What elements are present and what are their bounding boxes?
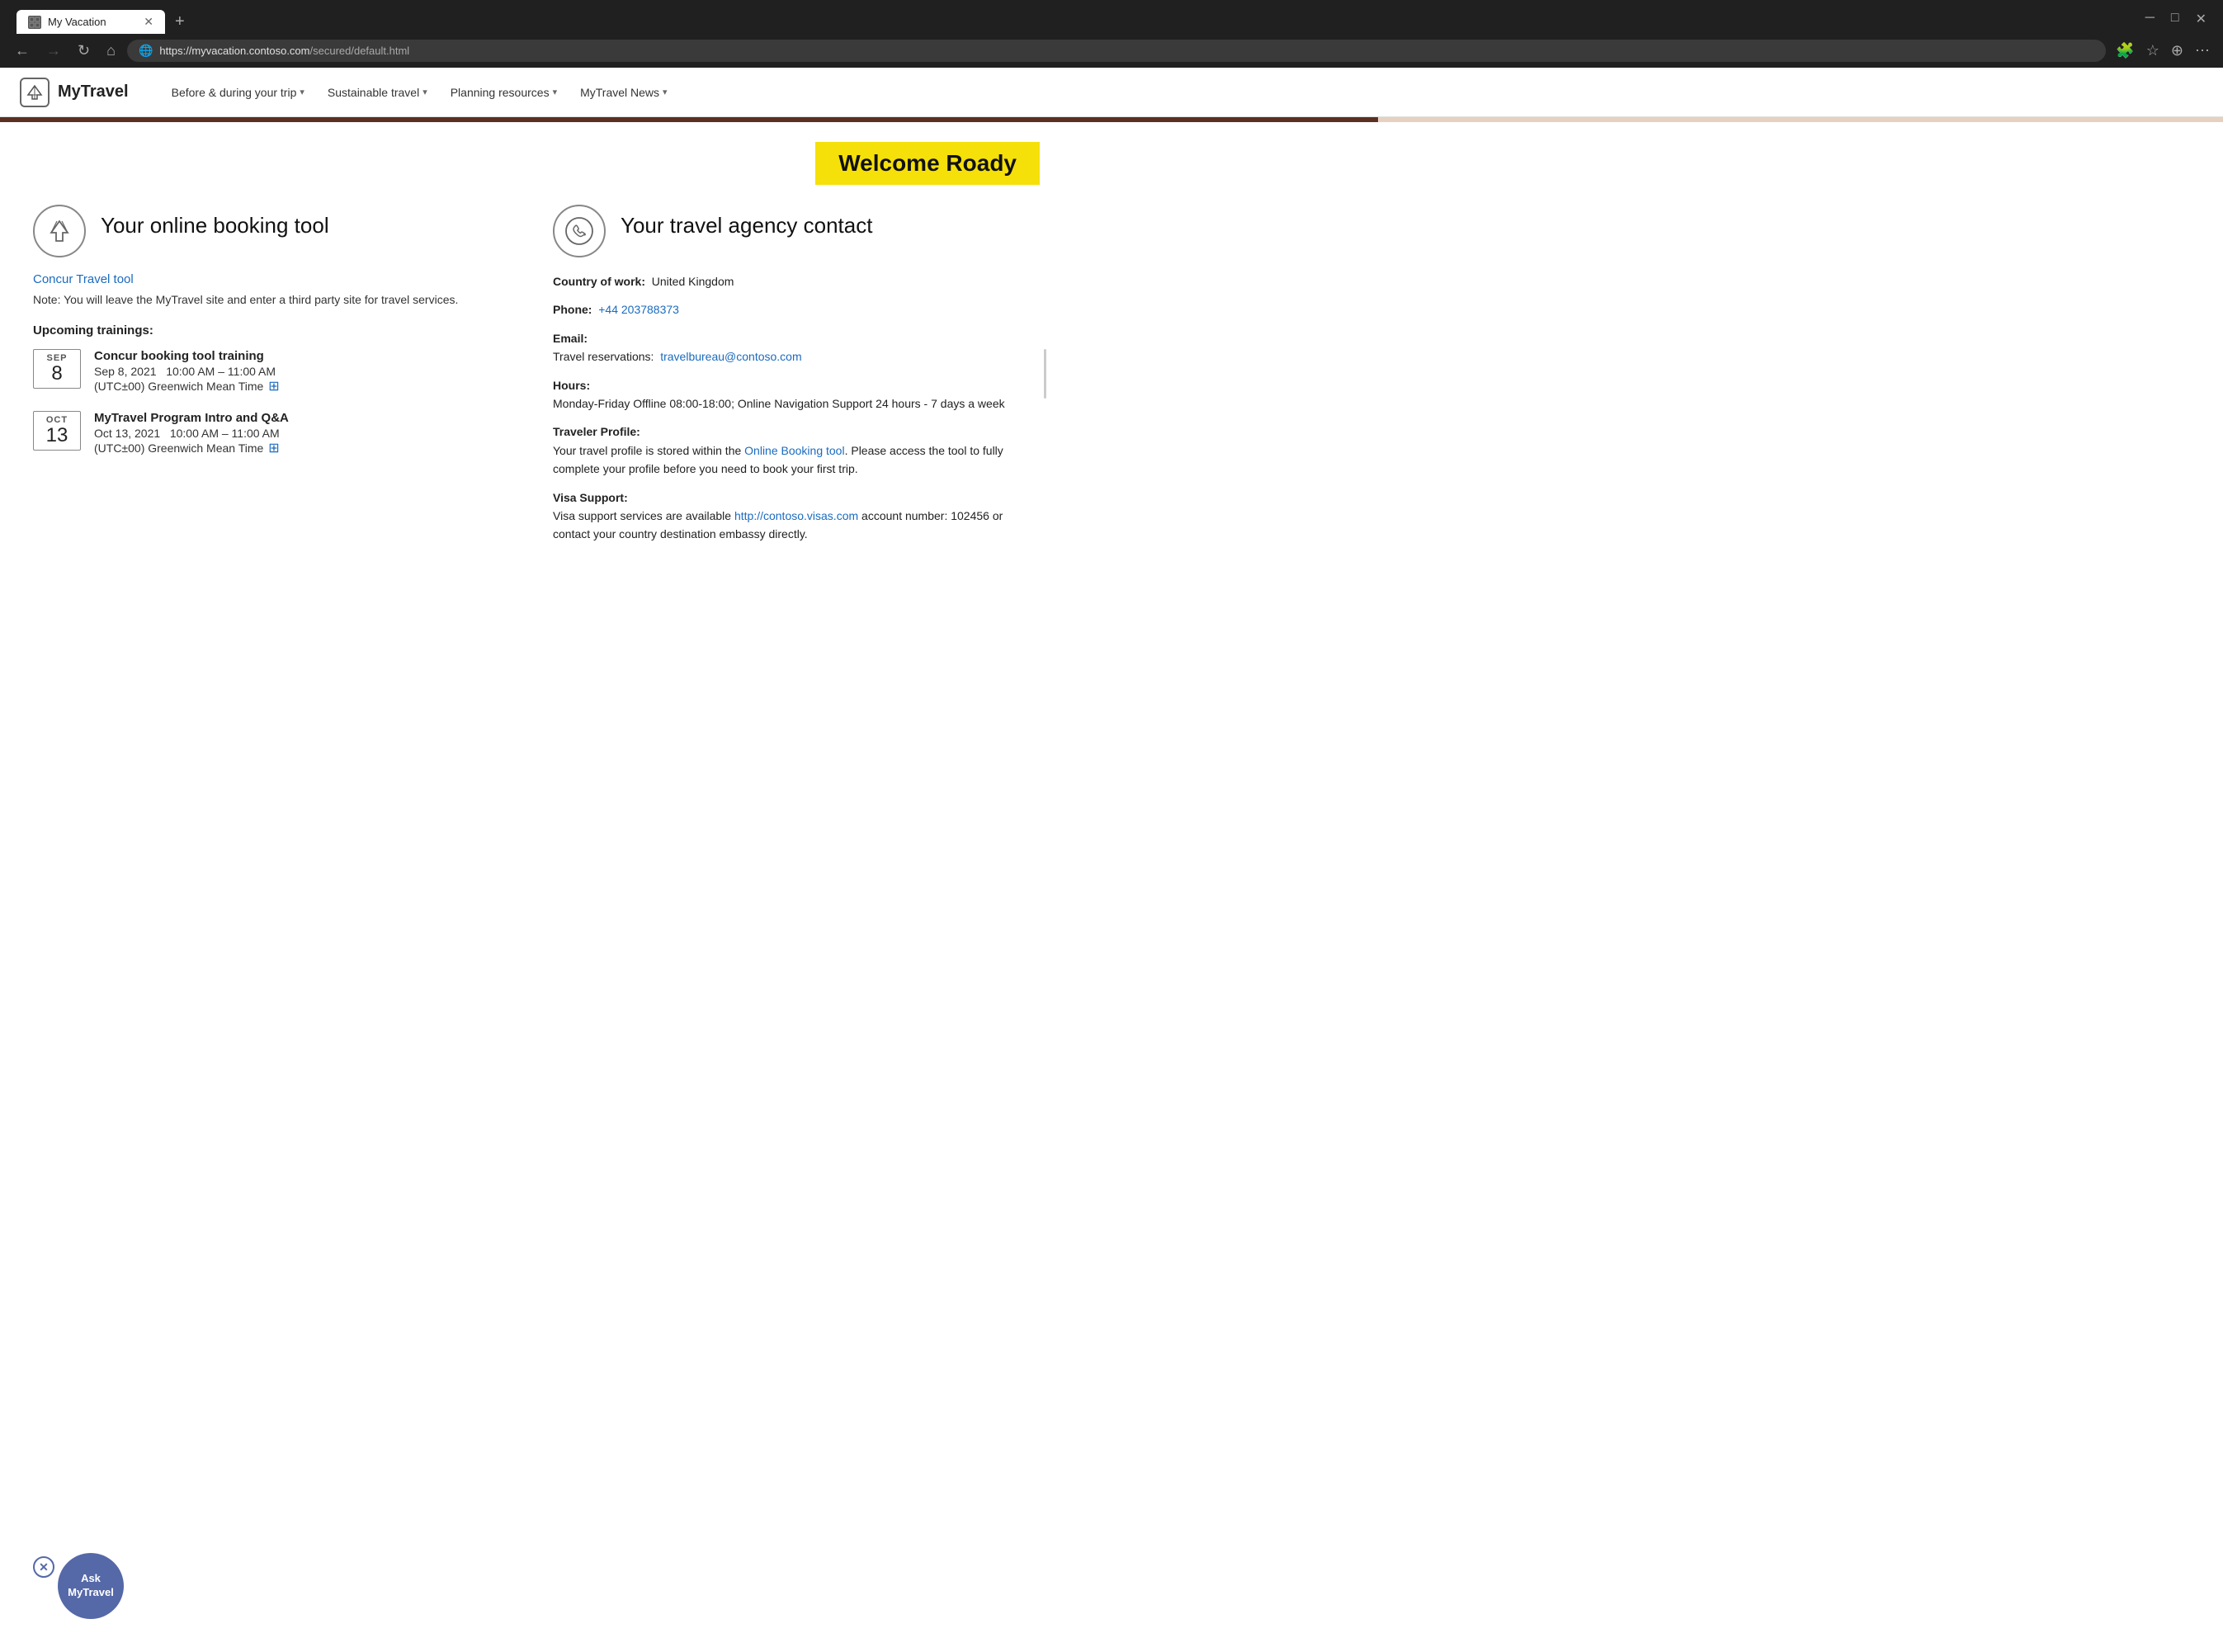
traveler-profile-text-before: Your travel profile is stored within the xyxy=(553,444,744,457)
favorites-button[interactable]: ☆ xyxy=(2143,39,2163,63)
chevron-down-icon: ▾ xyxy=(422,87,427,97)
agency-profile-row: Traveler Profile: Your travel profile is… xyxy=(553,422,1040,478)
site-header: MyTravel Before & during your trip ▾ Sus… xyxy=(0,68,2223,117)
training-2-name: MyTravel Program Intro and Q&A xyxy=(94,411,289,425)
chat-container: ✕ Ask MyTravel xyxy=(33,1553,124,1619)
tab-title: My Vacation xyxy=(48,16,106,28)
training-2-details: MyTravel Program Intro and Q&A Oct 13, 2… xyxy=(94,411,289,456)
back-button[interactable]: ← xyxy=(10,39,35,63)
nav-item-before-during[interactable]: Before & during your trip ▾ xyxy=(162,81,314,104)
email-link[interactable]: travelbureau@contoso.com xyxy=(660,350,801,363)
nav-label-news: MyTravel News xyxy=(580,86,659,99)
concur-travel-link[interactable]: Concur Travel tool xyxy=(33,272,134,286)
phone-label: Phone: xyxy=(553,303,592,316)
nav-label-sustainable: Sustainable travel xyxy=(328,86,419,99)
maximize-button[interactable]: □ xyxy=(2163,7,2188,31)
url-display: https://myvacation.contoso.com/secured/d… xyxy=(159,45,409,57)
tab-favicon xyxy=(28,16,41,29)
add-to-calendar-icon-2[interactable]: ⊞ xyxy=(268,440,279,456)
home-button[interactable]: ⌂ xyxy=(101,39,120,63)
nav-label-planning: Planning resources xyxy=(451,86,550,99)
booking-tool-icon xyxy=(33,205,86,257)
hours-value: Monday-Friday Offline 08:00-18:00; Onlin… xyxy=(553,397,1005,410)
ask-mytravel-button[interactable]: Ask MyTravel xyxy=(58,1553,124,1619)
email-desc: Travel reservations: xyxy=(553,350,654,363)
nav-menu: Before & during your trip ▾ Sustainable … xyxy=(162,81,677,104)
booking-tool-note: Note: You will leave the MyTravel site a… xyxy=(33,291,520,309)
site-logo: MyTravel xyxy=(20,78,129,107)
booking-tool-title: Your online booking tool xyxy=(101,205,329,238)
traveler-profile-label: Traveler Profile: xyxy=(553,425,640,438)
chevron-down-icon: ▾ xyxy=(300,87,304,97)
chevron-down-icon: ▾ xyxy=(553,87,558,97)
browser-tab[interactable]: My Vacation ✕ xyxy=(17,10,165,34)
scroll-indicator xyxy=(1044,349,1046,399)
nav-item-sustainable[interactable]: Sustainable travel ▾ xyxy=(318,81,437,104)
training-1-date-box: SEP 8 xyxy=(33,349,81,389)
logo-text: MyTravel xyxy=(58,83,129,101)
extensions-button[interactable]: 🧩 xyxy=(2112,39,2137,63)
address-bar[interactable]: 🌐 https://myvacation.contoso.com/secured… xyxy=(127,40,2106,62)
agency-email-row: Email: Travel reservations: travelbureau… xyxy=(553,329,1040,366)
email-label: Email: xyxy=(553,332,588,345)
agency-phone-row: Phone: +44 203788373 xyxy=(553,300,1040,319)
agency-title: Your travel agency contact xyxy=(621,205,872,238)
tab-close-button[interactable]: ✕ xyxy=(144,15,153,29)
booking-tool-section: Your online booking tool Concur Travel t… xyxy=(33,205,520,554)
training-1-tz: (UTC±00) Greenwich Mean Time ⊞ xyxy=(94,378,280,394)
globe-icon: 🌐 xyxy=(139,44,153,58)
visa-link[interactable]: http://contoso.visas.com xyxy=(734,509,858,522)
country-label: Country of work: xyxy=(553,275,645,288)
chevron-down-icon: ▾ xyxy=(663,87,668,97)
url-path: /secured/default.html xyxy=(310,45,410,57)
agency-country-row: Country of work: United Kingdom xyxy=(553,272,1040,290)
chat-close-button[interactable]: ✕ xyxy=(33,1556,54,1578)
training-2-day: 13 xyxy=(34,425,80,446)
agency-visa-row: Visa Support: Visa support services are … xyxy=(553,489,1040,544)
agency-icon xyxy=(553,205,606,257)
welcome-banner: Welcome Roady xyxy=(33,142,1040,185)
training-2-tz: (UTC±00) Greenwich Mean Time ⊞ xyxy=(94,440,289,456)
progress-bar xyxy=(0,117,2223,122)
logo-icon xyxy=(20,78,50,107)
progress-bar-fill xyxy=(0,117,1378,122)
training-1-name: Concur booking tool training xyxy=(94,349,280,363)
travel-agency-section: Your travel agency contact Country of wo… xyxy=(553,205,1040,554)
content-grid: Your online booking tool Concur Travel t… xyxy=(33,205,1040,554)
profiles-button[interactable]: ⊕ xyxy=(2168,39,2187,63)
training-2-time: Oct 13, 2021 10:00 AM – 11:00 AM xyxy=(94,427,289,440)
training-item-2: OCT 13 MyTravel Program Intro and Q&A Oc… xyxy=(33,411,520,456)
agency-hours-row: Hours: Monday-Friday Offline 08:00-18:00… xyxy=(553,376,1040,413)
training-2-date-box: OCT 13 xyxy=(33,411,81,451)
agency-header: Your travel agency contact xyxy=(553,205,1040,257)
phone-link[interactable]: +44 203788373 xyxy=(598,303,679,316)
training-item-1: SEP 8 Concur booking tool training Sep 8… xyxy=(33,349,520,394)
forward-button[interactable]: → xyxy=(41,39,66,63)
minimize-button[interactable]: ─ xyxy=(2137,7,2163,31)
nav-item-news[interactable]: MyTravel News ▾ xyxy=(570,81,677,104)
training-1-day: 8 xyxy=(34,363,80,385)
hours-label: Hours: xyxy=(553,379,590,392)
main-content: Welcome Roady Your online booking tool C… xyxy=(0,122,1073,573)
training-1-time: Sep 8, 2021 10:00 AM – 11:00 AM xyxy=(94,365,280,378)
visa-text-before: Visa support services are available xyxy=(553,509,734,522)
booking-tool-header: Your online booking tool xyxy=(33,205,520,257)
url-domain: https://myvacation.contoso.com xyxy=(159,45,309,57)
upcoming-trainings-label: Upcoming trainings: xyxy=(33,323,520,337)
country-value: United Kingdom xyxy=(652,275,734,288)
online-booking-tool-link[interactable]: Online Booking tool xyxy=(744,444,844,457)
new-tab-button[interactable]: + xyxy=(168,12,191,31)
welcome-box: Welcome Roady xyxy=(815,142,1040,185)
training-1-details: Concur booking tool training Sep 8, 2021… xyxy=(94,349,280,394)
refresh-button[interactable]: ↻ xyxy=(73,39,95,63)
add-to-calendar-icon-1[interactable]: ⊞ xyxy=(268,378,279,394)
nav-label-before-during: Before & during your trip xyxy=(172,86,297,99)
nav-item-planning[interactable]: Planning resources ▾ xyxy=(441,81,567,104)
more-button[interactable]: ⋯ xyxy=(2192,39,2213,63)
visa-support-label: Visa Support: xyxy=(553,491,628,504)
close-button[interactable]: ✕ xyxy=(2188,7,2215,31)
